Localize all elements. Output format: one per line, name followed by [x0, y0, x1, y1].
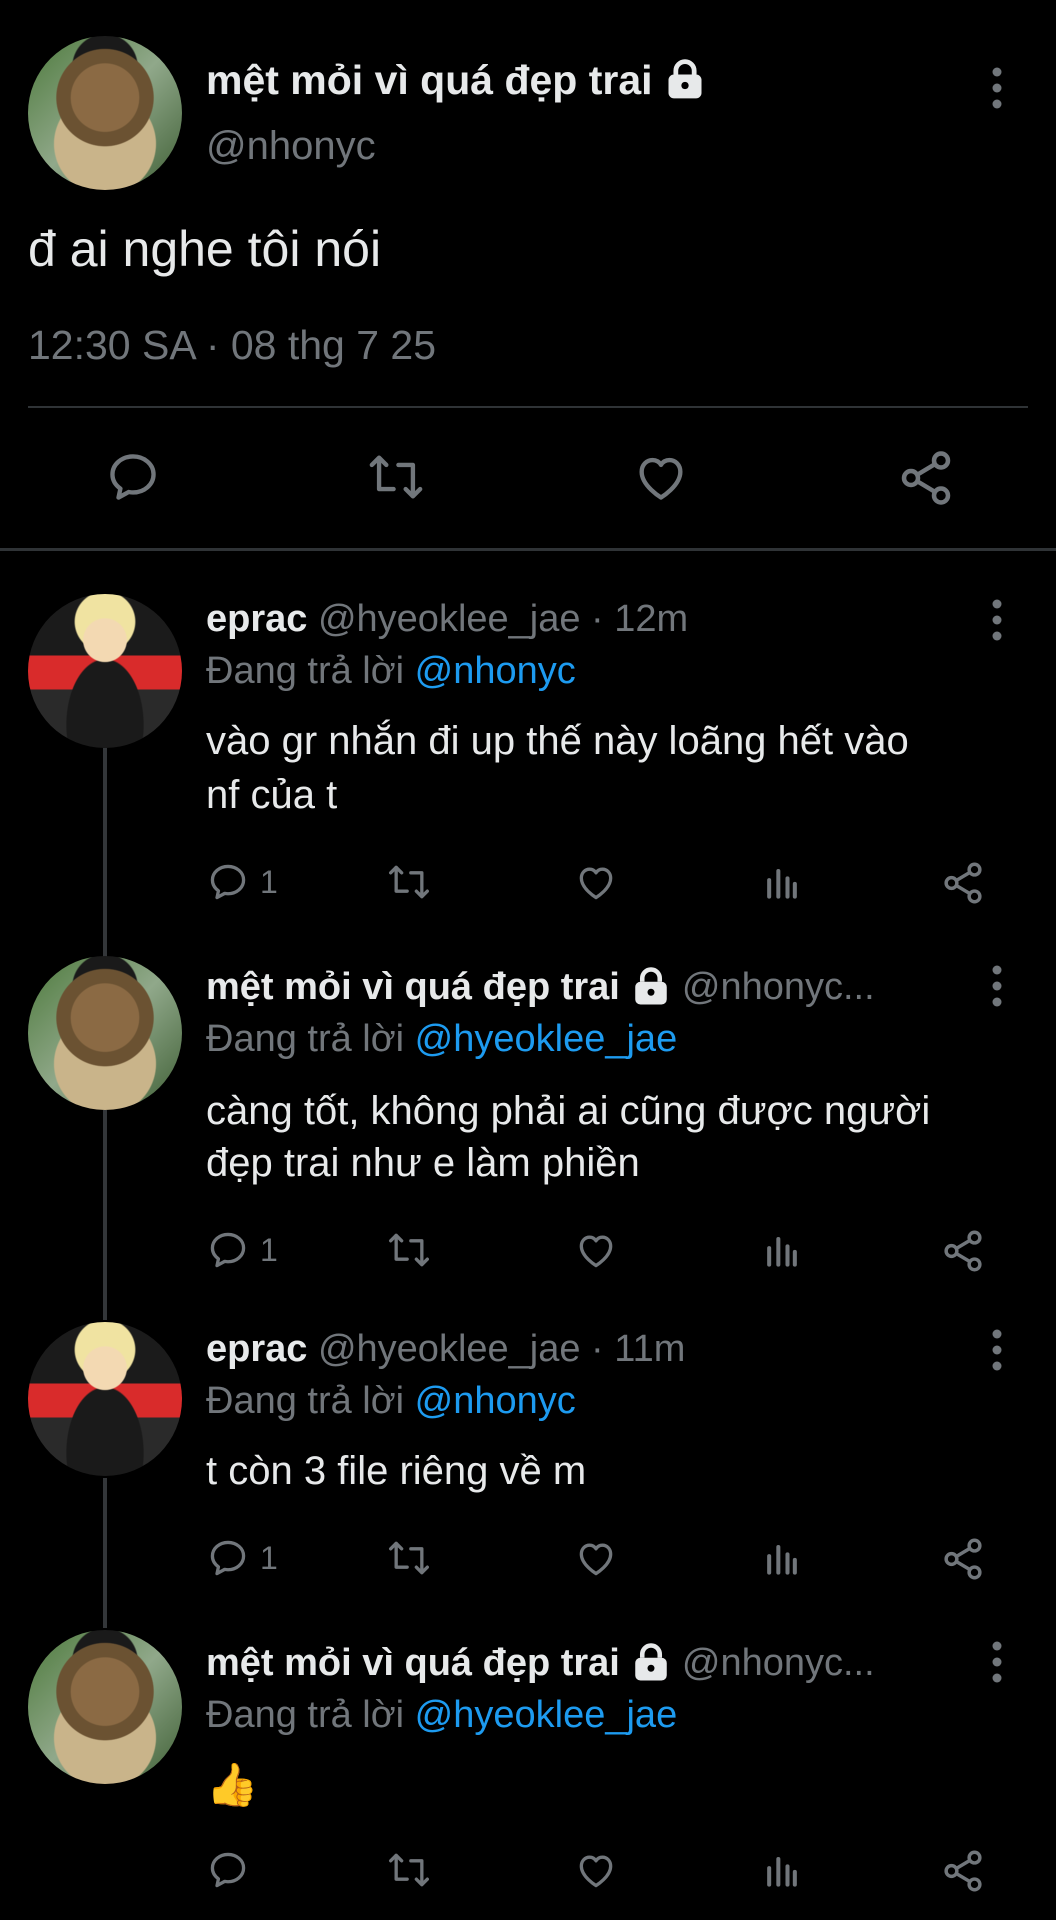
reply-header[interactable]: eprac @hyeoklee_jae · 12m	[206, 596, 688, 642]
views-icon[interactable]	[762, 1228, 802, 1272]
views-icon[interactable]	[762, 860, 802, 904]
replying-label: Đang trả lời	[206, 650, 405, 692]
section-divider	[0, 548, 1056, 551]
handle-time: @nhonyc...	[681, 966, 875, 1008]
mention-link[interactable]: @nhonyc	[415, 1380, 576, 1422]
reply-icon[interactable]	[206, 1848, 260, 1892]
reply-icon[interactable]: 1	[206, 860, 278, 904]
retweet-icon[interactable]	[384, 1228, 434, 1272]
replying-to: Đang trả lời @hyeoklee_jae	[206, 1692, 677, 1738]
tweet-text: đ ai nghe tôi nói	[28, 221, 382, 277]
more-icon[interactable]	[985, 964, 1009, 1008]
handle-time: @nhonyc...	[681, 1642, 875, 1684]
like-icon[interactable]	[574, 1536, 618, 1580]
display-name: mệt mỏi vì quá đẹp trai	[206, 56, 653, 103]
reply-icon[interactable]	[104, 448, 162, 506]
reply-header[interactable]: mệt mỏi vì quá đẹp trai @nhonyc...	[206, 1640, 875, 1686]
retweet-icon[interactable]	[384, 860, 434, 904]
retweet-icon[interactable]	[384, 1848, 434, 1892]
avatar[interactable]	[28, 956, 182, 1110]
reply-icon[interactable]: 1	[206, 1536, 278, 1580]
replying-to: Đang trả lời @nhonyc	[206, 1378, 576, 1424]
reply-actions: 1	[206, 858, 1006, 906]
display-name: mệt mỏi vì quá đẹp trai	[206, 1642, 620, 1684]
reply-count: 1	[260, 1231, 278, 1268]
like-icon[interactable]	[574, 860, 618, 904]
reply-actions: 1	[206, 1534, 1006, 1582]
timestamp[interactable]: 12:30 SA · 08 thg 7 25	[28, 322, 436, 369]
like-icon[interactable]	[574, 1228, 618, 1272]
share-icon[interactable]	[940, 1536, 986, 1582]
mention-link[interactable]: @nhonyc	[415, 650, 576, 692]
like-icon[interactable]	[632, 448, 690, 506]
views-icon[interactable]	[762, 1848, 802, 1892]
more-icon[interactable]	[985, 598, 1009, 642]
reply-header[interactable]: mệt mỏi vì quá đẹp trai @nhonyc...	[206, 964, 875, 1010]
author-name-row[interactable]: mệt mỏi vì quá đẹp trai	[206, 52, 707, 108]
more-icon[interactable]	[985, 1328, 1009, 1372]
reply-actions: 1	[206, 1226, 1006, 1274]
reply-text: vào gr nhắn đi up thế này loãng hết vào	[206, 719, 909, 763]
thread-line	[103, 1478, 107, 1628]
reply-text: t còn 3 file riêng về m	[206, 1449, 587, 1493]
views-icon[interactable]	[762, 1536, 802, 1580]
handle-time: @hyeoklee_jae · 12m	[317, 598, 689, 640]
reply-count: 1	[260, 1539, 278, 1576]
share-icon[interactable]	[940, 1848, 986, 1894]
lock-icon	[630, 966, 672, 1008]
divider	[28, 406, 1028, 408]
replying-label: Đang trả lời	[206, 1380, 405, 1422]
handle[interactable]: @nhonyc	[206, 124, 376, 169]
mention-link[interactable]: @hyeoklee_jae	[415, 1018, 678, 1060]
thumbs-up-emoji: 👍	[206, 1761, 259, 1808]
reply-icon[interactable]: 1	[206, 1228, 278, 1272]
avatar[interactable]	[28, 594, 182, 748]
lock-icon	[663, 58, 707, 102]
more-icon[interactable]	[985, 66, 1009, 110]
lock-icon	[630, 1642, 672, 1684]
more-icon[interactable]	[985, 1640, 1009, 1684]
replying-label: Đang trả lời	[206, 1018, 405, 1060]
reply-text: càng tốt, không phải ai cũng được người	[206, 1089, 931, 1133]
handle-time: @hyeoklee_jae · 11m	[317, 1328, 686, 1370]
reply-count: 1	[260, 863, 278, 900]
reply-text: nf của t	[206, 773, 338, 817]
replying-to: Đang trả lời @nhonyc	[206, 648, 576, 694]
display-name: eprac	[206, 598, 308, 640]
share-icon[interactable]	[940, 1228, 986, 1274]
thread-line	[103, 748, 107, 958]
replying-to: Đang trả lời @hyeoklee_jae	[206, 1016, 677, 1062]
display-name: mệt mỏi vì quá đẹp trai	[206, 966, 620, 1008]
replying-label: Đang trả lời	[206, 1694, 405, 1736]
retweet-icon[interactable]	[384, 1536, 434, 1580]
avatar[interactable]	[28, 1322, 182, 1476]
reply-text: đẹp trai như e làm phiền	[206, 1141, 640, 1185]
display-name: eprac	[206, 1328, 308, 1370]
mention-link[interactable]: @hyeoklee_jae	[415, 1694, 678, 1736]
avatar[interactable]	[28, 1630, 182, 1784]
share-icon[interactable]	[896, 448, 956, 508]
reply-actions	[206, 1846, 1006, 1894]
reply-header[interactable]: eprac @hyeoklee_jae · 11m	[206, 1326, 685, 1372]
like-icon[interactable]	[574, 1848, 618, 1892]
share-icon[interactable]	[940, 860, 986, 906]
thread-line	[103, 1110, 107, 1320]
avatar[interactable]	[28, 36, 182, 190]
retweet-icon[interactable]	[364, 448, 428, 506]
